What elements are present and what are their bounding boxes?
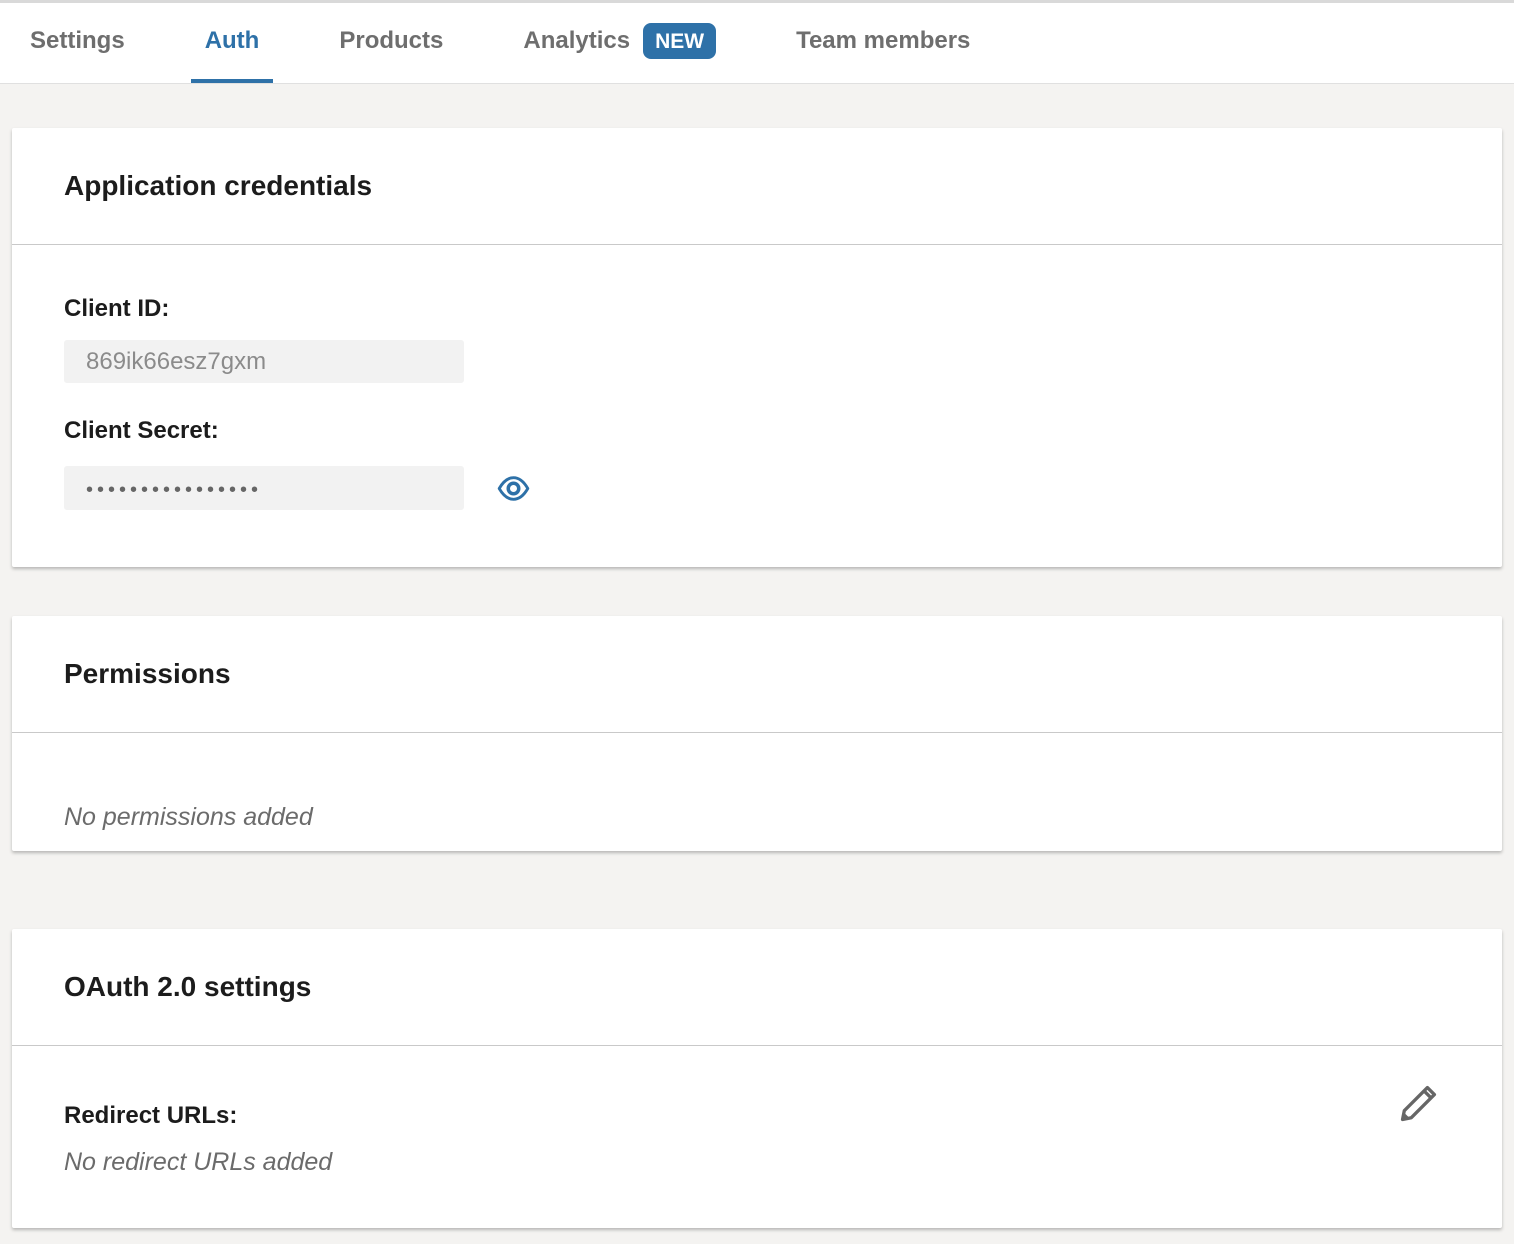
tab-team-members[interactable]: Team members xyxy=(782,3,984,83)
tab-settings[interactable]: Settings xyxy=(16,3,139,83)
no-permissions-text: No permissions added xyxy=(64,803,1450,832)
application-credentials-card: Application credentials Client ID: 869ik… xyxy=(12,128,1502,567)
pencil-icon xyxy=(1398,1082,1440,1124)
client-id-value: 869ik66esz7gxm xyxy=(64,340,464,383)
client-id-label: Client ID: xyxy=(64,295,1450,323)
permissions-title: Permissions xyxy=(12,616,1502,733)
tab-team-members-label: Team members xyxy=(796,27,970,55)
new-badge: NEW xyxy=(643,23,716,59)
client-secret-masked-text: •••••••••••••••• xyxy=(86,476,262,500)
permissions-body: No permissions added xyxy=(12,733,1502,851)
no-redirect-urls-text: No redirect URLs added xyxy=(64,1148,1450,1177)
tab-bar: Settings Auth Products Analytics NEW Tea… xyxy=(0,0,1514,84)
reveal-secret-button[interactable] xyxy=(495,470,531,506)
tab-products[interactable]: Products xyxy=(325,3,457,83)
tab-settings-label: Settings xyxy=(30,27,125,55)
edit-redirect-urls-button[interactable] xyxy=(1398,1082,1440,1124)
permissions-card: Permissions No permissions added xyxy=(12,616,1502,851)
application-credentials-title: Application credentials xyxy=(12,128,1502,245)
oauth-settings-body: Redirect URLs: No redirect URLs added xyxy=(12,1046,1502,1228)
redirect-urls-label: Redirect URLs: xyxy=(64,1102,1450,1130)
application-credentials-body: Client ID: 869ik66esz7gxm Client Secret:… xyxy=(12,245,1502,567)
oauth-settings-title: OAuth 2.0 settings xyxy=(12,929,1502,1046)
tab-auth-label: Auth xyxy=(205,27,260,55)
client-secret-label: Client Secret: xyxy=(64,417,1450,445)
client-secret-value: •••••••••••••••• xyxy=(64,466,464,510)
tab-analytics-label: Analytics xyxy=(523,27,630,55)
tab-products-label: Products xyxy=(339,27,443,55)
eye-icon xyxy=(496,471,531,506)
client-secret-row: •••••••••••••••• xyxy=(64,466,1450,510)
tab-analytics[interactable]: Analytics NEW xyxy=(509,3,730,83)
tab-auth[interactable]: Auth xyxy=(191,3,274,83)
oauth-settings-card: OAuth 2.0 settings Redirect URLs: No red… xyxy=(12,929,1502,1228)
